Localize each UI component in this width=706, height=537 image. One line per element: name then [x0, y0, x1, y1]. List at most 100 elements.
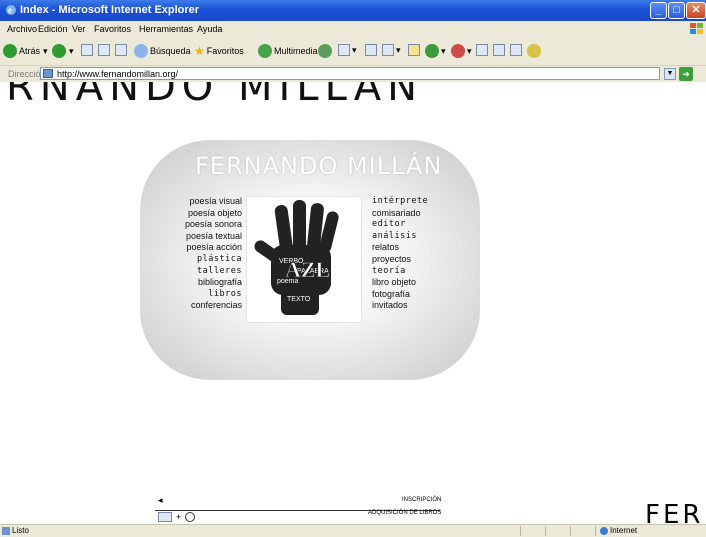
- research-icon: [451, 44, 465, 58]
- back-arrow-icon: [3, 44, 17, 58]
- favorites-button[interactable]: ★ Favoritos: [194, 44, 244, 58]
- close-button[interactable]: ✕: [686, 2, 706, 19]
- refresh-icon: [98, 44, 110, 56]
- link-analisis[interactable]: análisis: [372, 231, 472, 243]
- home-icon: [115, 44, 127, 56]
- status-divider: [595, 526, 596, 536]
- go-button[interactable]: ➜: [679, 67, 693, 81]
- minimize-button[interactable]: _: [650, 2, 667, 19]
- security-zone: Internet: [610, 526, 638, 535]
- address-dropdown-button[interactable]: ▼: [664, 68, 676, 80]
- link-conferencias[interactable]: conferencias: [150, 300, 242, 312]
- tool-icon-1: [476, 44, 488, 56]
- page-banner: RNANDO MILLAN: [6, 82, 424, 110]
- window-title: Index - Microsoft Internet Explorer: [20, 4, 200, 16]
- menu-ver[interactable]: Ver: [72, 24, 86, 34]
- link-libros[interactable]: libros: [150, 289, 242, 301]
- star-icon: ★: [194, 44, 205, 58]
- link-poesia-textual[interactable]: poesía textual: [150, 231, 242, 243]
- ie-icon: e: [6, 5, 16, 15]
- standard-toolbar: Atrás ▾ ▾ Búsqueda ★ Favoritos Multimedi…: [0, 37, 706, 66]
- forward-button[interactable]: ▾: [52, 44, 74, 58]
- link-poesia-accion[interactable]: poesía acción: [150, 242, 242, 254]
- link-fotografia[interactable]: fotografía: [372, 289, 472, 301]
- stop-icon: [81, 44, 93, 56]
- messenger-icon: [425, 44, 439, 58]
- back-button[interactable]: Atrás ▾: [3, 44, 48, 58]
- tool-button-3[interactable]: [510, 44, 522, 56]
- menu-herramientas[interactable]: Herramientas: [139, 24, 193, 34]
- print-button[interactable]: [365, 44, 377, 56]
- discuss-button[interactable]: [408, 44, 420, 56]
- link-comisariado[interactable]: comisariado: [372, 208, 472, 220]
- link-libro-objeto[interactable]: libro objeto: [372, 277, 472, 289]
- tool-button-4[interactable]: [527, 44, 541, 58]
- edit-button[interactable]: ▾: [382, 44, 401, 56]
- link-invitados[interactable]: invitados: [372, 300, 472, 312]
- link-poesia-sonora[interactable]: poesía sonora: [150, 219, 242, 231]
- menu-ayuda[interactable]: Ayuda: [197, 24, 222, 34]
- globe-icon: [600, 527, 608, 535]
- maximize-button[interactable]: □: [668, 2, 685, 19]
- left-menu: poesía visual poesía objeto poesía sonor…: [150, 196, 242, 312]
- inscription-link[interactable]: INSCRIPCIÓN: [402, 497, 441, 503]
- status-bar: Listo Internet: [0, 524, 706, 537]
- hand-logo-icon: VERBOPALABRA poemaTEXTO AZL: [254, 200, 339, 315]
- acquisition-link[interactable]: ADQUISICIÓN DE LIBROS: [368, 510, 441, 516]
- link-poesia-objeto[interactable]: poesía objeto: [150, 208, 242, 220]
- tool-icon-3: [510, 44, 522, 56]
- messenger-button[interactable]: ▾: [425, 44, 446, 58]
- windows-flag-icon: [690, 23, 703, 34]
- link-poesia-visual[interactable]: poesía visual: [150, 196, 242, 208]
- status-divider: [520, 526, 521, 536]
- edit-icon: [382, 44, 394, 56]
- circle-icon[interactable]: [185, 512, 196, 522]
- mail-icon: [338, 44, 350, 56]
- tool-icon-2: [493, 44, 505, 56]
- link-proyectos[interactable]: proyectos: [372, 254, 472, 266]
- address-input[interactable]: http://www.fernandomillan.org/: [40, 67, 660, 80]
- link-bibliografia[interactable]: bibliografía: [150, 277, 242, 289]
- link-editor[interactable]: editor: [372, 219, 472, 231]
- link-teoria[interactable]: teoría: [372, 266, 472, 278]
- link-plastica[interactable]: plástica: [150, 254, 242, 266]
- page-content: RNANDO MILLAN FERNANDO MILLÁN poesía vis…: [0, 82, 706, 524]
- link-relatos[interactable]: relatos: [372, 242, 472, 254]
- multimedia-icon: [258, 44, 272, 58]
- menu-favoritos[interactable]: Favoritos: [94, 24, 131, 34]
- page-status-icon: [2, 527, 10, 535]
- svg-text:AZL: AZL: [285, 257, 330, 282]
- link-talleres[interactable]: talleres: [150, 266, 242, 278]
- refresh-button[interactable]: [98, 44, 110, 56]
- menu-edicion[interactable]: Edición: [38, 24, 68, 34]
- window-titlebar[interactable]: e Index - Microsoft Internet Explorer _ …: [0, 0, 706, 21]
- link-interprete[interactable]: intérprete: [372, 196, 472, 208]
- footer-icons: +: [158, 512, 196, 522]
- address-bar: Dirección http://www.fernandomillan.org/…: [0, 66, 706, 83]
- home-button[interactable]: [115, 44, 127, 56]
- address-url: http://www.fernandomillan.org/: [57, 69, 179, 79]
- research-button[interactable]: ▾: [451, 44, 472, 58]
- multimedia-button[interactable]: Multimedia: [258, 44, 318, 58]
- tool-icon-4: [527, 44, 541, 58]
- search-icon: [134, 44, 148, 58]
- search-button[interactable]: Búsqueda: [134, 44, 191, 58]
- mail-button[interactable]: ▾: [338, 44, 357, 56]
- folder-icon: [408, 44, 420, 56]
- stop-button[interactable]: [81, 44, 93, 56]
- svg-text:TEXTO: TEXTO: [287, 296, 311, 303]
- history-icon: [318, 44, 332, 58]
- corner-banner: FER: [645, 500, 704, 524]
- screen-icon[interactable]: [158, 512, 172, 522]
- tool-button-1[interactable]: [476, 44, 488, 56]
- site-title: FERNANDO MILLÁN: [195, 152, 443, 180]
- tool-button-2[interactable]: [493, 44, 505, 56]
- history-button[interactable]: [318, 44, 332, 58]
- print-icon: [365, 44, 377, 56]
- back-arrow-icon[interactable]: ◂: [158, 495, 163, 506]
- menu-bar: Archivo Edición Ver Favoritos Herramient…: [0, 21, 706, 38]
- hand-logo-image[interactable]: VERBO PALABRA poema TEXTO AZL: [246, 196, 362, 323]
- page-icon: [43, 69, 53, 78]
- status-text: Listo: [12, 526, 29, 535]
- menu-archivo[interactable]: Archivo: [7, 24, 37, 34]
